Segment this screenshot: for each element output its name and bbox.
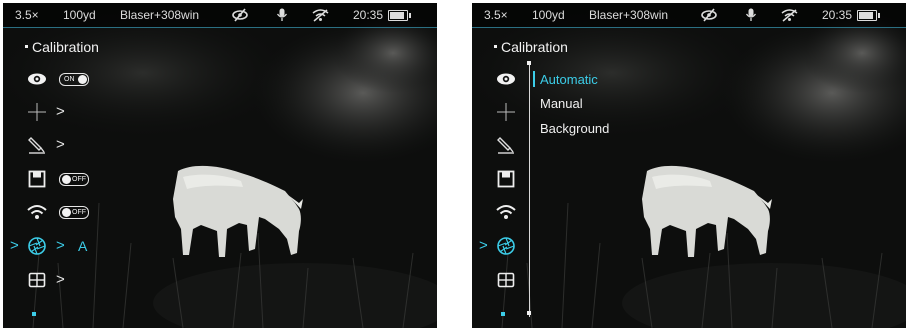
chevron-right-icon: > xyxy=(56,103,65,120)
menu-item-calibration[interactable]: > > A xyxy=(10,235,173,257)
save-icon xyxy=(28,170,46,188)
eye-off-icon xyxy=(232,8,248,22)
menu-item-zeroing[interactable] xyxy=(492,134,642,156)
selection-marker: > xyxy=(479,237,488,254)
zoom-level: 3.5× xyxy=(15,8,39,22)
ballistic-profile: Blaser+308win xyxy=(120,8,200,22)
wifi-icon xyxy=(496,205,516,219)
toggle-label: ON xyxy=(64,76,75,83)
submenu-manual[interactable]: Manual xyxy=(540,96,583,111)
clock-time: 20:35 xyxy=(353,8,384,22)
toggle-label: OFF xyxy=(72,176,86,183)
crosshair-icon xyxy=(28,103,46,121)
wifi-icon xyxy=(27,205,47,219)
eye-icon xyxy=(28,73,46,85)
submenu-divider xyxy=(529,61,530,317)
left-device-screen: 3.5× 100yd Blaser+308win 20:35 Calibrati… xyxy=(3,3,437,328)
submenu-divider-top xyxy=(527,61,531,65)
status-bar: 3.5× 100yd Blaser+308win 20:35 xyxy=(3,3,437,27)
menu-item-settings[interactable] xyxy=(492,269,642,291)
zoom-level: 3.5× xyxy=(484,8,508,22)
grid-settings-icon xyxy=(28,272,46,288)
submenu-divider-bottom xyxy=(527,311,531,315)
microphone-icon xyxy=(745,8,757,21)
menu-item-settings[interactable]: > xyxy=(23,269,173,291)
menu-title: Calibration xyxy=(494,39,568,55)
save-toggle[interactable]: OFF xyxy=(59,173,89,186)
wifi-off-icon xyxy=(781,9,798,22)
page-indicator xyxy=(501,312,505,316)
menu-item-save[interactable] xyxy=(492,168,642,190)
grid-settings-icon xyxy=(497,272,515,288)
eye-icon xyxy=(497,73,515,85)
status-divider xyxy=(472,27,906,28)
battery-icon xyxy=(388,10,411,21)
status-bar: 3.5× 100yd Blaser+308win 20:35 xyxy=(472,3,906,27)
crosshair-icon xyxy=(497,103,515,121)
menu-title-text: Calibration xyxy=(501,39,568,55)
right-device-screen: 3.5× 100yd Blaser+308win 20:35 Calibrati… xyxy=(472,3,906,328)
ruler-pen-icon xyxy=(497,137,514,154)
chevron-right-icon: > xyxy=(56,136,65,153)
clock-time: 20:35 xyxy=(822,8,853,22)
menu-title: Calibration xyxy=(25,39,99,55)
chevron-right-icon: > xyxy=(56,271,65,288)
submenu-background[interactable]: Background xyxy=(540,121,609,136)
display-toggle[interactable]: ON xyxy=(59,73,89,86)
menu-item-wifi[interactable] xyxy=(492,201,642,223)
calibration-aperture-icon xyxy=(497,237,515,255)
submenu-automatic[interactable]: Automatic xyxy=(540,72,598,87)
ballistic-profile: Blaser+308win xyxy=(589,8,669,22)
chevron-right-icon: > xyxy=(56,237,65,254)
menu-item-reticle[interactable]: > xyxy=(23,101,173,123)
page-indicator xyxy=(32,312,36,316)
ruler-pen-icon xyxy=(28,137,45,154)
menu-item-zeroing[interactable]: > xyxy=(23,134,173,156)
calibration-aperture-icon xyxy=(28,237,46,255)
toggle-label: OFF xyxy=(72,209,86,216)
menu-title-text: Calibration xyxy=(32,39,99,55)
range-value: 100yd xyxy=(532,8,565,22)
eye-off-icon xyxy=(701,8,717,22)
range-value: 100yd xyxy=(63,8,96,22)
microphone-icon xyxy=(276,8,288,21)
menu-item-calibration[interactable]: > xyxy=(479,235,642,257)
menu-item-save[interactable]: OFF xyxy=(23,168,173,190)
calibration-mode-value: A xyxy=(78,238,88,254)
battery-icon xyxy=(857,10,880,21)
save-icon xyxy=(497,170,515,188)
menu-item-wifi[interactable]: OFF xyxy=(23,201,173,223)
submenu-selection-bar xyxy=(533,71,535,87)
selection-marker: > xyxy=(10,237,19,254)
menu-item-display[interactable]: ON xyxy=(23,68,173,90)
status-divider xyxy=(3,27,437,28)
wifi-off-icon xyxy=(312,9,329,22)
wifi-toggle[interactable]: OFF xyxy=(59,206,89,219)
